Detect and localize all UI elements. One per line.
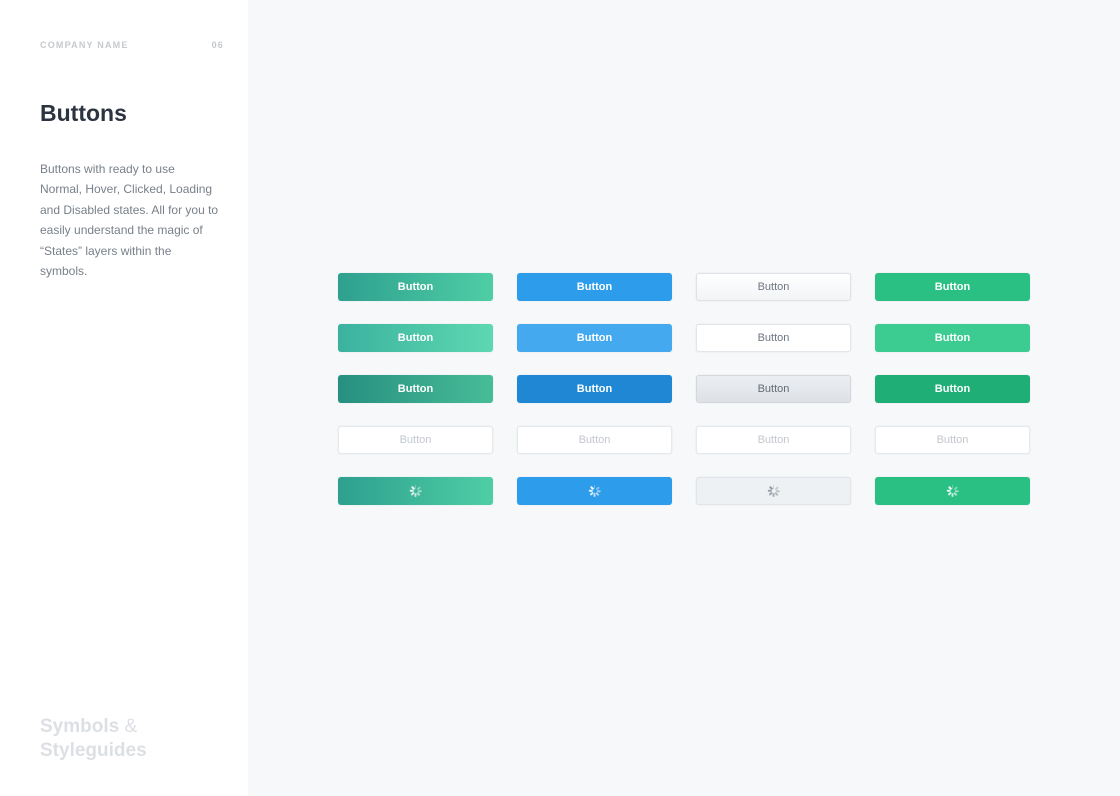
page-number: 06 bbox=[212, 40, 224, 50]
button-label: Button bbox=[758, 332, 790, 344]
button-white-clicked[interactable]: Button bbox=[696, 375, 851, 403]
spinner-icon bbox=[947, 485, 959, 497]
button-green-loading[interactable] bbox=[875, 477, 1030, 505]
page-title: Buttons bbox=[40, 100, 224, 127]
footer-line-2: Styleguides bbox=[40, 740, 147, 761]
footer-line-1: Symbols bbox=[40, 716, 119, 737]
button-teal-normal[interactable]: Button bbox=[338, 273, 493, 301]
button-label: Button bbox=[935, 332, 970, 344]
button-label: Button bbox=[758, 434, 790, 446]
button-label: Button bbox=[577, 332, 612, 344]
footer-brand: Symbols & Styleguides bbox=[40, 715, 147, 764]
button-green-disabled: Button bbox=[875, 426, 1030, 454]
button-label: Button bbox=[398, 281, 433, 293]
button-label: Button bbox=[937, 434, 969, 446]
spinner-icon bbox=[589, 485, 601, 497]
button-blue-normal[interactable]: Button bbox=[517, 273, 672, 301]
button-label: Button bbox=[579, 434, 611, 446]
button-teal-disabled: Button bbox=[338, 426, 493, 454]
button-label: Button bbox=[398, 332, 433, 344]
spinner-icon bbox=[768, 485, 780, 497]
button-grid: Button Button Button Button Button Butto… bbox=[338, 273, 1030, 505]
button-white-disabled: Button bbox=[696, 426, 851, 454]
button-label: Button bbox=[935, 383, 970, 395]
button-white-normal[interactable]: Button bbox=[696, 273, 851, 301]
button-label: Button bbox=[758, 383, 790, 395]
company-name-label: COMPANY NAME bbox=[40, 40, 129, 50]
button-label: Button bbox=[400, 434, 432, 446]
spinner-icon bbox=[410, 485, 422, 497]
canvas: Button Button Button Button Button Butto… bbox=[248, 0, 1120, 796]
button-label: Button bbox=[935, 281, 970, 293]
button-blue-hover[interactable]: Button bbox=[517, 324, 672, 352]
button-green-hover[interactable]: Button bbox=[875, 324, 1030, 352]
button-blue-loading[interactable] bbox=[517, 477, 672, 505]
button-teal-loading[interactable] bbox=[338, 477, 493, 505]
page-description: Buttons with ready to use Normal, Hover,… bbox=[40, 159, 220, 281]
button-blue-disabled: Button bbox=[517, 426, 672, 454]
sidebar: COMPANY NAME 06 Buttons Buttons with rea… bbox=[0, 0, 248, 796]
button-white-loading[interactable] bbox=[696, 477, 851, 505]
button-teal-clicked[interactable]: Button bbox=[338, 375, 493, 403]
button-label: Button bbox=[577, 281, 612, 293]
button-green-normal[interactable]: Button bbox=[875, 273, 1030, 301]
button-green-clicked[interactable]: Button bbox=[875, 375, 1030, 403]
button-white-hover[interactable]: Button bbox=[696, 324, 851, 352]
button-label: Button bbox=[577, 383, 612, 395]
button-blue-clicked[interactable]: Button bbox=[517, 375, 672, 403]
sidebar-header: COMPANY NAME 06 bbox=[40, 40, 224, 50]
button-teal-hover[interactable]: Button bbox=[338, 324, 493, 352]
footer-ampersand: & bbox=[124, 716, 137, 737]
button-label: Button bbox=[398, 383, 433, 395]
button-label: Button bbox=[758, 281, 790, 293]
